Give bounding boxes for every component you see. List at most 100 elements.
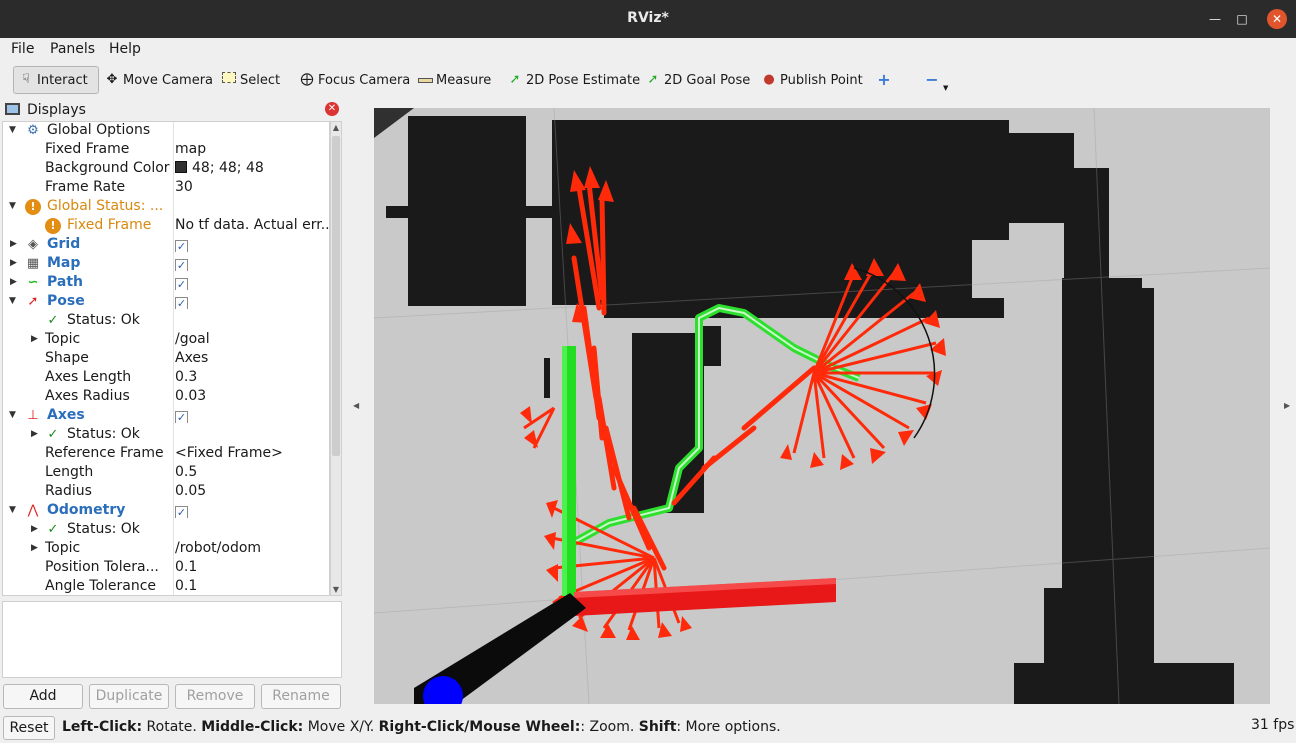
tree-row-grid[interactable]: ▶ ◈ Grid ✓ (3, 236, 329, 255)
measure-tool-button[interactable]: Measure (413, 66, 495, 94)
tree-row-odometry[interactable]: ▼ ⋀ Odometry ✓ (3, 502, 329, 521)
expand-down-arrow-icon[interactable]: ▼ (9, 125, 16, 135)
row-value[interactable]: ✓ (175, 502, 329, 518)
color-swatch[interactable] (175, 161, 187, 173)
add-display-button[interactable]: Add (3, 684, 83, 709)
close-window-button[interactable]: ✕ (1267, 9, 1287, 29)
tree-row-length[interactable]: Length 0.5 (3, 464, 329, 483)
window-title: RViz* (627, 10, 669, 26)
row-value[interactable]: ✓ (175, 274, 329, 290)
tree-row-fixed-frame[interactable]: Fixed Frame map (3, 141, 329, 160)
tree-row-map[interactable]: ▶ ▦ Map ✓ (3, 255, 329, 274)
tree-row-radius[interactable]: Radius 0.05 (3, 483, 329, 502)
menu-help[interactable]: Help (109, 41, 141, 57)
row-value[interactable]: ✓ (175, 407, 329, 423)
tree-row-angle-tolerance[interactable]: Angle Tolerance 0.1 (3, 578, 329, 595)
expand-down-arrow-icon[interactable]: ▼ (9, 296, 16, 306)
row-value[interactable]: 0.5 (175, 464, 329, 480)
tree-row-reference-frame[interactable]: Reference Frame <Fixed Frame> (3, 445, 329, 464)
row-value[interactable]: /robot/odom (175, 540, 329, 556)
enabled-checkbox[interactable]: ✓ (175, 411, 188, 423)
tree-row-pose-status[interactable]: ✓ Status: Ok (3, 312, 329, 331)
tree-row-pose[interactable]: ▼ ➚ Pose ✓ (3, 293, 329, 312)
tree-row-position-tolerance[interactable]: Position Tolera... 0.1 (3, 559, 329, 578)
row-value[interactable]: 30 (175, 179, 329, 195)
expand-right-arrow-icon[interactable]: ▶ (10, 258, 17, 268)
collapse-left-arrow-icon[interactable]: ◀ (353, 401, 359, 410)
expand-down-arrow-icon[interactable]: ▼ (9, 505, 16, 515)
tree-row-global-status[interactable]: ▼ ! Global Status: ... (3, 198, 329, 217)
interact-tool-button[interactable]: ☟ Interact (13, 66, 99, 94)
displays-scrollbar[interactable]: ▲ ▼ (330, 121, 342, 596)
enabled-checkbox[interactable]: ✓ (175, 506, 188, 518)
select-tool-button[interactable]: Select (217, 66, 284, 94)
expand-right-arrow-icon[interactable]: ▶ (10, 239, 17, 249)
enabled-checkbox[interactable]: ✓ (175, 297, 188, 309)
collapse-right-arrow-icon[interactable]: ▶ (1284, 401, 1290, 410)
scrollbar-thumb[interactable] (332, 136, 340, 456)
enabled-checkbox[interactable]: ✓ (175, 259, 188, 271)
menu-panels[interactable]: Panels (50, 41, 95, 57)
row-value[interactable]: ✓ (175, 255, 329, 271)
expand-right-arrow-icon[interactable]: ▶ (31, 429, 38, 439)
tree-row-axes-status[interactable]: ▶ ✓ Status: Ok (3, 426, 329, 445)
tree-row-path[interactable]: ▶ ∽ Path ✓ (3, 274, 329, 293)
pose-estimate-label: 2D Pose Estimate (526, 72, 641, 88)
tree-row-axes[interactable]: ▼ ⊥ Axes ✓ (3, 407, 329, 426)
row-value[interactable]: 0.1 (175, 578, 329, 594)
duplicate-display-button[interactable]: Duplicate (89, 684, 169, 709)
close-panel-button[interactable]: ✕ (325, 102, 339, 116)
reset-button[interactable]: Reset (3, 716, 55, 740)
rename-display-button[interactable]: Rename (261, 684, 341, 709)
move-camera-tool-button[interactable]: ✥ Move Camera (100, 66, 217, 94)
status-bar: Reset Left-Click: Rotate. Middle-Click: … (0, 712, 1296, 743)
add-tool-button[interactable]: + (872, 66, 896, 94)
row-value[interactable]: ✓ (175, 236, 329, 252)
row-value[interactable]: 0.3 (175, 369, 329, 385)
expand-down-arrow-icon[interactable]: ▼ (9, 410, 16, 420)
row-value[interactable]: <Fixed Frame> (175, 445, 329, 461)
render-scene[interactable] (374, 108, 1270, 704)
tree-row-odometry-topic[interactable]: ▶ Topic /robot/odom (3, 540, 329, 559)
row-value[interactable]: 0.1 (175, 559, 329, 575)
row-value[interactable]: ✓ (175, 293, 329, 309)
publish-point-tool-button[interactable]: ● Publish Point (757, 66, 867, 94)
scroll-up-arrow-icon[interactable]: ▲ (331, 123, 341, 132)
row-name: Axes Radius (45, 388, 130, 404)
tree-row-fixed-frame-status[interactable]: ! Fixed Frame No tf data. Actual err... (3, 217, 329, 236)
render-3d-view[interactable] (374, 108, 1270, 704)
row-value[interactable]: Axes (175, 350, 329, 366)
scroll-down-arrow-icon[interactable]: ▼ (331, 585, 341, 594)
tree-row-global-options[interactable]: ▼ ⚙ Global Options (3, 122, 329, 141)
minimize-button[interactable]: — (1205, 9, 1225, 29)
tree-row-pose-shape[interactable]: Shape Axes (3, 350, 329, 369)
tree-row-axes-length[interactable]: Axes Length 0.3 (3, 369, 329, 388)
goal-pose-tool-button[interactable]: ➚ 2D Goal Pose (641, 66, 754, 94)
tree-row-frame-rate[interactable]: Frame Rate 30 (3, 179, 329, 198)
enabled-checkbox[interactable]: ✓ (175, 278, 188, 290)
remove-tool-button[interactable]: − ▼ (920, 66, 952, 94)
expand-right-arrow-icon[interactable]: ▶ (31, 543, 38, 553)
tree-row-pose-topic[interactable]: ▶ Topic /goal (3, 331, 329, 350)
row-value[interactable]: 0.05 (175, 483, 329, 499)
row-value[interactable]: 0.03 (175, 388, 329, 404)
menu-file[interactable]: File (11, 41, 34, 57)
remove-display-button[interactable]: Remove (175, 684, 255, 709)
enabled-checkbox[interactable]: ✓ (175, 240, 188, 252)
pose-estimate-tool-button[interactable]: ➚ 2D Pose Estimate (503, 66, 644, 94)
pose-arrow-icon: ➚ (27, 294, 39, 309)
expand-right-arrow-icon[interactable]: ▶ (31, 524, 38, 534)
row-value[interactable]: map (175, 141, 329, 157)
row-value[interactable]: 48; 48; 48 (175, 160, 329, 176)
expand-right-arrow-icon[interactable]: ▶ (31, 334, 38, 344)
expand-down-arrow-icon[interactable]: ▼ (9, 201, 16, 211)
maximize-button[interactable]: □ (1232, 9, 1252, 29)
measure-label: Measure (436, 72, 492, 88)
expand-right-arrow-icon[interactable]: ▶ (10, 277, 17, 287)
tree-row-odometry-status[interactable]: ▶ ✓ Status: Ok (3, 521, 329, 540)
row-name: Global Status: ... (47, 198, 164, 214)
tree-row-background-color[interactable]: Background Color 48; 48; 48 (3, 160, 329, 179)
row-value[interactable]: /goal (175, 331, 329, 347)
focus-camera-tool-button[interactable]: ⨁ Focus Camera (295, 66, 414, 94)
tree-row-axes-radius[interactable]: Axes Radius 0.03 (3, 388, 329, 407)
